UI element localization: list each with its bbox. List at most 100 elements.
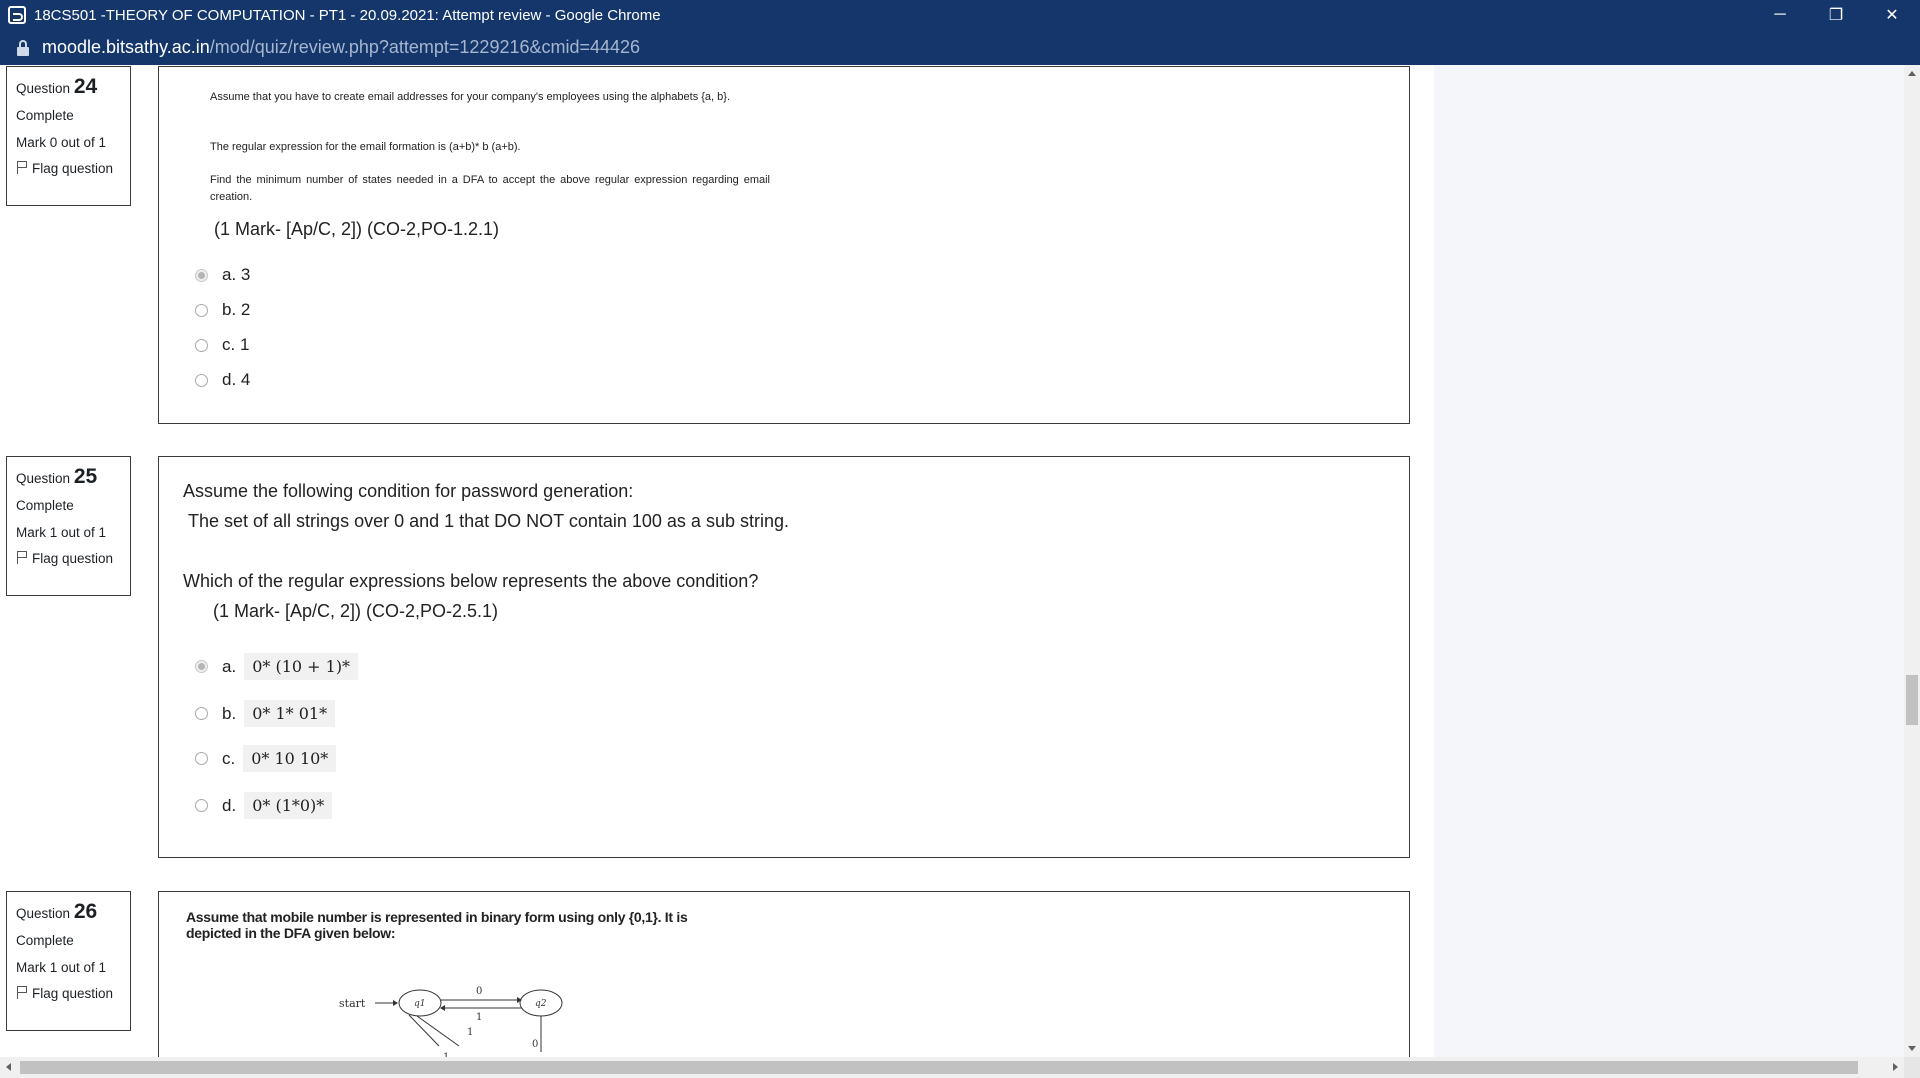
answer-option[interactable]: b. 0* 1* 01* bbox=[195, 700, 336, 727]
question-text-1: Assume that you have to create email add… bbox=[210, 91, 731, 103]
option-letter: c. bbox=[222, 748, 236, 768]
question-state: Complete bbox=[16, 498, 74, 514]
dfa-start-label: start bbox=[339, 997, 366, 1010]
radio-button-selected[interactable] bbox=[195, 660, 208, 673]
close-button[interactable]: ✕ bbox=[1864, 0, 1920, 30]
radio-button[interactable] bbox=[195, 338, 208, 352]
flag-question-link[interactable]: Flag question bbox=[16, 550, 121, 568]
answer-option[interactable]: b. 2 bbox=[195, 300, 250, 320]
option-label: b. 2 bbox=[222, 300, 251, 319]
question-number: 24 bbox=[73, 75, 98, 98]
option-expression: 0* 10 10* bbox=[243, 745, 337, 772]
question-number-line: Question 26 bbox=[16, 898, 121, 926]
radio-button[interactable] bbox=[195, 752, 208, 765]
dfa-edge-label: 0 bbox=[476, 986, 482, 997]
question-text-3: Find the minimum number of states needed… bbox=[210, 174, 770, 203]
window-title-bar: 18CS501 -THEORY OF COMPUTATION - PT1 - 2… bbox=[0, 0, 1920, 30]
dfa-edge-label: 1 bbox=[476, 1012, 482, 1023]
minimize-button[interactable]: ─ bbox=[1752, 0, 1808, 30]
question-content-25: Assume the following condition for passw… bbox=[158, 456, 1410, 858]
question-state: Complete bbox=[16, 933, 74, 949]
page-viewport: Question 24 Complete Mark 0 out of 1 Fla… bbox=[0, 65, 1904, 1057]
horizontal-scrollbar[interactable] bbox=[0, 1057, 1904, 1078]
question-grade: Mark 1 out of 1 bbox=[16, 524, 107, 540]
dfa-state-label: q1 bbox=[414, 999, 426, 1009]
question-info-26: Question 26 Complete Mark 1 out of 1 Fla… bbox=[6, 891, 131, 1031]
question-content-26: Assume that mobile number is represented… bbox=[158, 891, 1410, 1057]
close-icon: ✕ bbox=[1885, 7, 1899, 24]
radio-button[interactable] bbox=[195, 373, 208, 387]
question-number-line: Question 24 bbox=[16, 73, 121, 101]
flag-question-link[interactable]: Flag question bbox=[16, 985, 121, 1003]
scroll-left-arrow-icon[interactable] bbox=[6, 1063, 11, 1071]
option-label: a. 3 bbox=[222, 265, 251, 284]
question-text-1: Assume the following condition for passw… bbox=[183, 481, 634, 501]
question-grade: Mark 1 out of 1 bbox=[16, 959, 107, 975]
option-expression: 0* (1*0)* bbox=[244, 792, 333, 819]
answer-option[interactable]: a. 3 bbox=[195, 265, 250, 285]
question-info-25: Question 25 Complete Mark 1 out of 1 Fla… bbox=[6, 456, 131, 596]
option-label: c. 1 bbox=[222, 335, 250, 354]
question-text-2: The set of all strings over 0 and 1 that… bbox=[188, 511, 789, 531]
scrollbar-corner bbox=[1904, 1057, 1920, 1078]
question-label: Question bbox=[16, 81, 71, 96]
dfa-diagram: start q1 q2 0 1 1 0 1 bbox=[339, 986, 563, 1057]
chrome-app-icon bbox=[8, 6, 26, 24]
question-text-2: depicted in the DFA given below: bbox=[186, 925, 396, 941]
vertical-scrollbar[interactable] bbox=[1904, 65, 1920, 1057]
question-state: Complete bbox=[16, 108, 74, 124]
scroll-right-arrow-icon[interactable] bbox=[1893, 1063, 1898, 1071]
dfa-edge-diagonal bbox=[408, 1014, 440, 1047]
question-number-line: Question 25 bbox=[16, 463, 121, 491]
question-info-24: Question 24 Complete Mark 0 out of 1 Fla… bbox=[6, 66, 131, 206]
mark-allocation: (1 Mark- [Ap/C, 2]) (CO-2,PO-1.2.1) bbox=[214, 219, 500, 239]
right-gutter bbox=[1434, 65, 1904, 1057]
radio-button[interactable] bbox=[195, 799, 208, 812]
answer-option[interactable]: d. 4 bbox=[195, 370, 250, 390]
url-text[interactable]: moodle.bitsathy.ac.in/mod/quiz/review.ph… bbox=[42, 37, 640, 58]
question-grade: Mark 0 out of 1 bbox=[16, 134, 107, 150]
window-controls: ─ ❐ ✕ bbox=[1752, 0, 1920, 30]
option-letter: a. bbox=[222, 656, 237, 676]
address-bar[interactable]: moodle.bitsathy.ac.in/mod/quiz/review.ph… bbox=[0, 30, 1920, 65]
dfa-edge-label: 1 bbox=[467, 1027, 473, 1038]
scroll-up-arrow-icon[interactable] bbox=[1908, 71, 1916, 76]
window-title: 18CS501 -THEORY OF COMPUTATION - PT1 - 2… bbox=[34, 6, 661, 24]
scroll-down-arrow-icon[interactable] bbox=[1908, 1046, 1916, 1051]
dfa-state-label: q2 bbox=[535, 999, 547, 1009]
question-text-3: Which of the regular expressions below r… bbox=[183, 571, 759, 591]
flag-question-link[interactable]: Flag question bbox=[16, 160, 121, 178]
answer-option[interactable]: c. 0* 10 10* bbox=[195, 745, 337, 772]
question-content-24: Assume that you have to create email add… bbox=[158, 66, 1410, 424]
option-expression: 0* (10 + 1)* bbox=[244, 653, 359, 680]
minimize-icon: ─ bbox=[1774, 6, 1786, 23]
option-expression: 0* 1* 01* bbox=[244, 700, 336, 727]
lock-icon[interactable] bbox=[16, 39, 30, 56]
option-letter: b. bbox=[222, 703, 237, 723]
flag-icon bbox=[16, 985, 28, 999]
dfa-edge-label: 0 bbox=[532, 1039, 538, 1050]
answer-option[interactable]: d. 0* (1*0)* bbox=[195, 792, 333, 819]
flag-label: Flag question bbox=[32, 550, 114, 566]
horizontal-scroll-thumb[interactable] bbox=[20, 1061, 1858, 1074]
flag-label: Flag question bbox=[32, 160, 114, 176]
question-number: 25 bbox=[73, 465, 98, 488]
radio-button-selected[interactable] bbox=[195, 268, 208, 282]
question-label: Question bbox=[16, 471, 71, 486]
radio-button[interactable] bbox=[195, 707, 208, 720]
question-label: Question bbox=[16, 906, 71, 921]
question-number: 26 bbox=[73, 900, 98, 923]
option-letter: d. bbox=[222, 795, 237, 815]
mark-allocation: (1 Mark- [Ap/C, 2]) (CO-2,PO-2.5.1) bbox=[213, 601, 499, 621]
question-text-1: Assume that mobile number is represented… bbox=[186, 909, 688, 925]
restore-button[interactable]: ❐ bbox=[1808, 0, 1864, 30]
flag-icon bbox=[16, 550, 28, 564]
flag-label: Flag question bbox=[32, 985, 114, 1001]
dfa-edge-diagonal bbox=[416, 1015, 460, 1047]
vertical-scroll-thumb[interactable] bbox=[1906, 675, 1918, 725]
answer-option[interactable]: a. 0* (10 + 1)* bbox=[195, 653, 359, 680]
option-label: d. 4 bbox=[222, 370, 251, 389]
radio-button[interactable] bbox=[195, 303, 208, 317]
flag-icon bbox=[16, 160, 28, 174]
answer-option[interactable]: c. 1 bbox=[195, 335, 249, 355]
